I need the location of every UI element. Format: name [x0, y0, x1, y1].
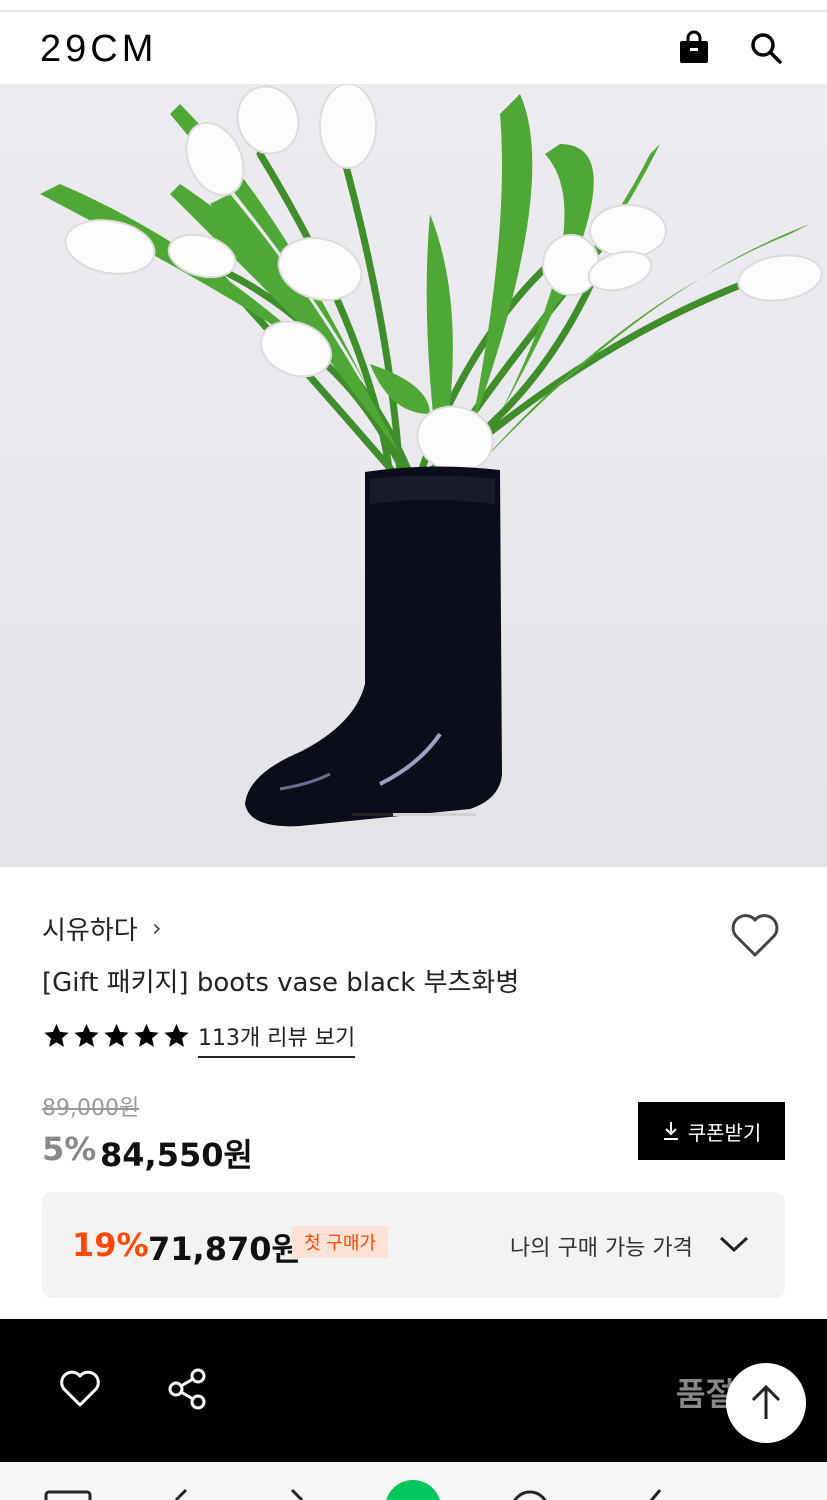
site-logo[interactable]: 29CM	[40, 28, 157, 71]
original-price: 89,000원	[42, 1096, 140, 1121]
browser-toolbar	[0, 1462, 827, 1500]
benefit-price-panel[interactable]: 19% 71,870원 첫 구매가 나의 구매 가능 가격	[42, 1192, 785, 1298]
search-icon[interactable]	[748, 30, 784, 66]
download-icon	[663, 1122, 678, 1140]
rating-stars	[42, 1020, 191, 1052]
scroll-to-top-button[interactable]	[726, 1363, 806, 1443]
sale-price: 84,550원	[100, 1136, 253, 1174]
bottom-action-bar: 품절	[0, 1319, 827, 1462]
brand-chevron-icon[interactable]: ›	[152, 914, 162, 942]
browser-toolbar-icons	[44, 1480, 662, 1500]
product-title: [Gift 패키지] boots vase black 부츠화병	[42, 968, 520, 998]
star-icon	[104, 1023, 129, 1047]
share-icon[interactable]	[166, 1367, 210, 1411]
my-price-label: 나의 구매 가능 가격	[510, 1236, 693, 1261]
star-icon	[44, 1023, 69, 1047]
chevron-down-icon[interactable]	[718, 1232, 750, 1256]
boot-vase-with-tulips-photo	[40, 84, 823, 827]
benefit-price: 71,870원	[148, 1230, 301, 1268]
status-divider	[0, 0, 827, 12]
star-icon	[134, 1023, 159, 1047]
review-link[interactable]: 113개 리뷰 보기	[198, 1020, 356, 1058]
shopping-bag-icon[interactable]	[676, 30, 712, 66]
coupon-download-button[interactable]: 쿠폰받기	[638, 1102, 785, 1160]
arrow-up-icon	[751, 1384, 781, 1419]
brand-name[interactable]: 시유하다	[42, 910, 138, 947]
benefit-discount-rate: 19%	[72, 1226, 149, 1264]
heart-icon[interactable]	[58, 1369, 102, 1409]
heart-icon[interactable]	[728, 910, 782, 960]
star-icon	[74, 1023, 99, 1047]
star-icon	[164, 1023, 189, 1047]
first-purchase-badge: 첫 구매가	[292, 1226, 388, 1258]
product-image[interactable]	[0, 84, 827, 867]
discount-rate: 5%	[42, 1130, 97, 1168]
coupon-button-label: 쿠폰받기	[687, 1120, 762, 1145]
top-header: 29CM	[0, 12, 827, 84]
